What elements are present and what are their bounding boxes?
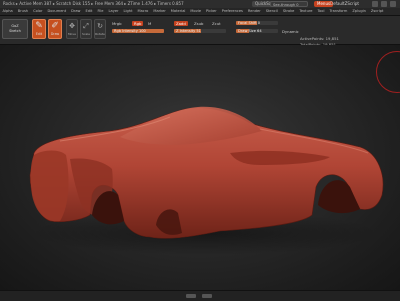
menu-bar: Alpha Brush Color Document Draw Edit File Layer…: [0, 8, 400, 16]
menu-item-light[interactable]: Light: [121, 8, 135, 15]
draw-mode-button[interactable]: ✐ Draw: [48, 19, 62, 39]
rgb-toggle[interactable]: Rgb: [132, 21, 144, 26]
bottom-shelf-handle-right[interactable]: [202, 294, 212, 298]
menu-item-preferences[interactable]: Preferences: [219, 8, 245, 15]
focal-shift-slider[interactable]: Focal Shift 0: [236, 21, 278, 25]
zcut-toggle[interactable]: Zcut: [212, 21, 221, 26]
bottom-shelf: [0, 290, 400, 301]
draw-icon: ✐: [51, 21, 59, 31]
z-intensity-slider[interactable]: Z Intensity 51: [174, 29, 226, 33]
car-sculpt-model: [29, 106, 384, 255]
edit-icon: ✎: [35, 21, 43, 31]
mrgb-toggle[interactable]: Mrgb: [112, 21, 122, 26]
menu-item-render[interactable]: Render: [245, 8, 263, 15]
menu-item-zscript[interactable]: Zscript: [368, 8, 385, 15]
menu-item-layer[interactable]: Layer: [106, 8, 121, 15]
maximize-icon[interactable]: [381, 1, 387, 7]
sketch-label: Sketch: [9, 29, 21, 33]
menu-item-tool[interactable]: Tool: [315, 8, 327, 15]
menu-item-texture[interactable]: Texture: [297, 8, 315, 15]
canvas-viewport[interactable]: [0, 45, 400, 290]
menu-item-marker[interactable]: Marker: [151, 8, 168, 15]
menu-item-brush[interactable]: Brush: [15, 8, 30, 15]
menu-item-stencil[interactable]: Stencil: [263, 8, 280, 15]
draw-label: Draw: [50, 32, 60, 36]
scale-button[interactable]: ⤢ Scale: [80, 19, 92, 39]
edit-mode-button[interactable]: ✎ Edit: [32, 19, 46, 39]
menu-item-document[interactable]: Document: [45, 8, 69, 15]
menu-item-alpha[interactable]: Alpha: [0, 8, 15, 15]
rotate-label: Rotate: [95, 32, 105, 36]
close-icon[interactable]: [390, 1, 396, 7]
menu-item-material[interactable]: Material: [168, 8, 188, 15]
m-toggle[interactable]: M: [148, 21, 151, 26]
menu-item-stroke[interactable]: Stroke: [280, 8, 296, 15]
rgb-intensity-slider[interactable]: Rgb Intensity 100: [112, 29, 164, 33]
draw-size-slider[interactable]: Draw Size 64: [236, 29, 278, 33]
menu-item-zplugin[interactable]: Zplugin: [350, 8, 369, 15]
minimize-icon[interactable]: [372, 1, 378, 7]
see-through-slider[interactable]: See-through 0: [270, 1, 308, 7]
move-label: Move: [67, 32, 77, 36]
scale-label: Scale: [81, 32, 91, 36]
bottom-shelf-handle-left[interactable]: [186, 294, 196, 298]
default-zscript-button[interactable]: DefaultZScript: [330, 1, 359, 7]
menu-item-edit[interactable]: Edit: [83, 8, 95, 15]
edit-label: Edit: [35, 32, 43, 36]
menu-item-macro[interactable]: Macro: [135, 8, 151, 15]
move-icon: ✥: [69, 22, 75, 30]
scale-icon: ⤢: [83, 22, 89, 30]
menu-item-file[interactable]: File: [95, 8, 106, 15]
menu-item-movie[interactable]: Movie: [188, 8, 204, 15]
move-button[interactable]: ✥ Move: [66, 19, 78, 39]
zsub-toggle[interactable]: Zsub: [194, 21, 203, 26]
goz-button[interactable]: GoZ Sketch: [2, 19, 28, 39]
dynamic-toggle[interactable]: Dynamic: [282, 29, 299, 34]
title-bar-status: Rocks ▸ Active Mem 387 ▸ Scratch Disk 15…: [3, 1, 184, 6]
zadd-toggle[interactable]: Zadd: [174, 21, 188, 26]
menu-item-transform[interactable]: Transform: [327, 8, 350, 15]
top-shelf: GoZ Sketch ✎ Edit ✐ Draw ✥ Move ⤢ Scale …: [0, 16, 400, 47]
menu-item-draw[interactable]: Draw: [69, 8, 83, 15]
menu-item-color[interactable]: Color: [31, 8, 45, 15]
rotate-button[interactable]: ↻ Rotate: [94, 19, 106, 39]
menu-item-picker[interactable]: Picker: [204, 8, 220, 15]
rotate-icon: ↻: [97, 22, 103, 30]
